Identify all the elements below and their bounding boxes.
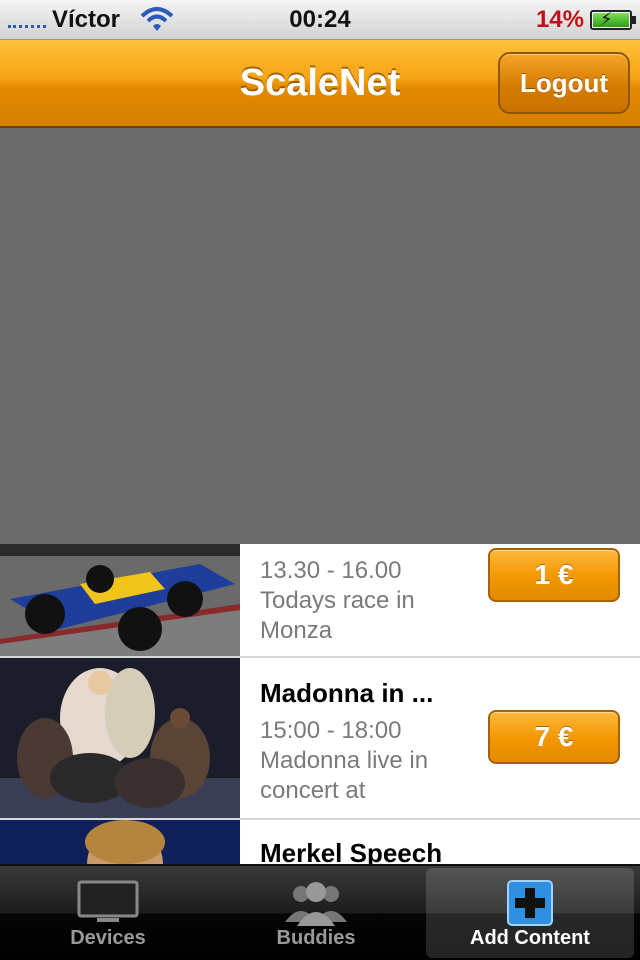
navigation-bar: ScaleNet Logout — [0, 40, 640, 128]
speech-thumbnail — [0, 820, 240, 864]
empty-content-area — [0, 128, 640, 544]
item-time: 13.30 - 16.00 — [260, 557, 402, 584]
tab-label: Buddies — [276, 927, 356, 949]
item-description: Monza — [260, 617, 333, 644]
list-item[interactable]: Merkel Speech — [0, 820, 640, 864]
tab-label: Devices — [70, 927, 146, 949]
add-content-icon — [507, 880, 553, 926]
battery-percentage: 14% — [535, 6, 584, 33]
list-item[interactable]: Madonna in ... 15:00 - 18:00 Madonna liv… — [0, 658, 640, 820]
item-title: Merkel Speech — [260, 838, 443, 864]
item-title: Madonna in ... — [260, 678, 434, 708]
tab-bar: Devices Buddies Add Content — [0, 864, 640, 960]
concert-thumbnail — [0, 658, 240, 818]
item-description: concert at — [260, 777, 366, 804]
logout-button[interactable]: Logout — [498, 52, 630, 114]
item-description: Madonna live in — [260, 747, 429, 774]
content-list[interactable]: 13.30 - 16.00 Todays race in Monza 1 € M… — [0, 544, 640, 864]
tab-devices[interactable]: Devices — [4, 868, 212, 958]
tab-add-content[interactable]: Add Content — [426, 868, 634, 958]
buy-button[interactable]: 7 € — [488, 710, 620, 764]
buy-button[interactable]: 1 € — [488, 548, 620, 602]
people-icon — [285, 882, 347, 926]
list-item[interactable]: 13.30 - 16.00 Todays race in Monza 1 € — [0, 544, 640, 658]
race-car-thumbnail — [0, 544, 240, 656]
tab-buddies[interactable]: Buddies — [212, 868, 420, 958]
status-bar: Víctor 00:24 14% ⚡ — [0, 0, 640, 40]
tab-label: Add Content — [470, 927, 590, 949]
monitor-icon — [77, 880, 139, 922]
item-time: 15:00 - 18:00 — [260, 717, 402, 744]
item-description: Todays race in — [260, 587, 415, 614]
battery-icon: ⚡ — [590, 9, 636, 30]
